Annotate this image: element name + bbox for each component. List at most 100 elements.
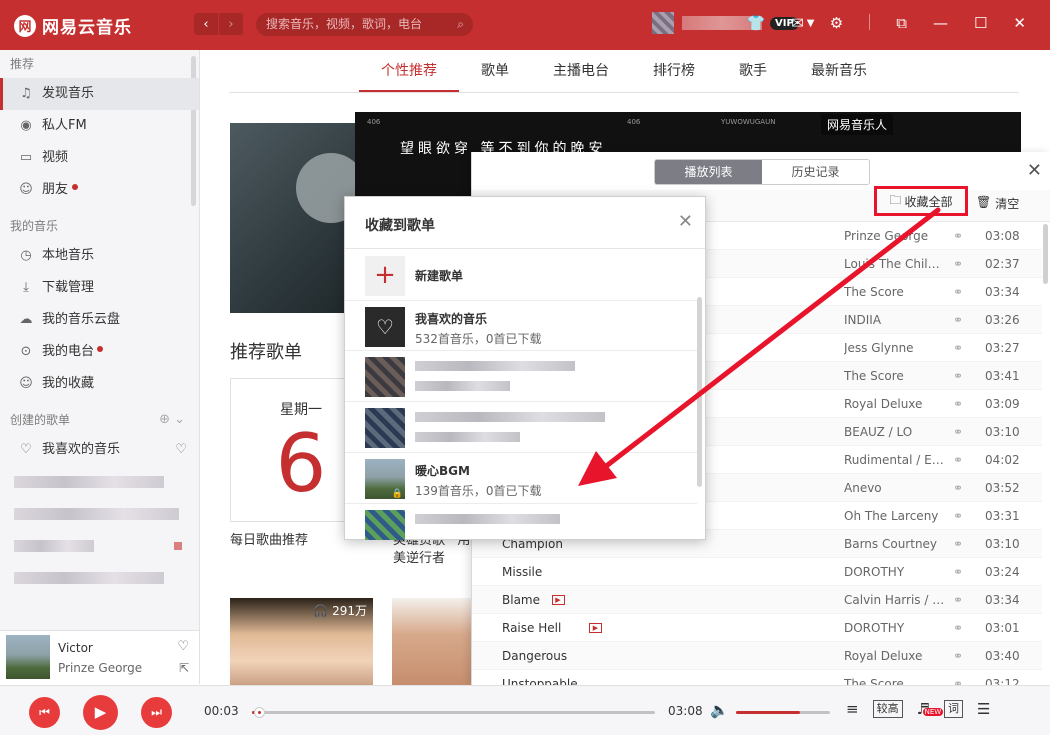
album-cover[interactable] [6, 635, 50, 679]
link-icon[interactable]: ⚭ [953, 250, 963, 278]
list-item[interactable] [0, 498, 199, 530]
dialog-scrollbar[interactable] [697, 297, 702, 487]
progress-bar[interactable] [252, 707, 655, 718]
previous-button[interactable]: ⏮ [29, 697, 60, 728]
song-artist[interactable]: Barns Courtney [844, 530, 946, 558]
song-artist[interactable]: Rudimental / Ed... [844, 446, 946, 474]
song-artist[interactable]: BEAUZ / LO [844, 418, 946, 446]
card-label[interactable]: 每日歌曲推荐 [230, 529, 308, 548]
now-playing-title[interactable]: Victor [58, 641, 93, 655]
quality-button[interactable]: 较高 [872, 700, 903, 718]
mv-icon[interactable]: ▶ [551, 595, 565, 605]
sound-effect-icon[interactable]: ♬NEW [917, 700, 944, 718]
sidebar-item-friends[interactable]: ☺ 朋友 [0, 174, 199, 206]
new-playlist-button[interactable]: + 新建歌单 [345, 250, 697, 302]
back-button[interactable]: ‹ [194, 13, 219, 35]
link-icon[interactable]: ⚭ [953, 614, 963, 642]
song-artist[interactable]: Prinze George [844, 222, 946, 250]
song-artist[interactable]: Royal Deluxe [844, 390, 946, 418]
link-icon[interactable]: ⚭ [953, 502, 963, 530]
link-icon[interactable]: ⚭ [953, 642, 963, 670]
link-icon[interactable]: ⚭ [953, 222, 963, 250]
list-item[interactable] [0, 466, 199, 498]
mini-mode-icon[interactable]: ⧉ [896, 14, 907, 32]
share-icon[interactable]: ⇱ [179, 661, 189, 675]
link-icon[interactable]: ⚭ [953, 278, 963, 306]
table-row[interactable]: Blame ▶ Calvin Harris / J... ⚭ 03:34 [472, 586, 1042, 614]
sidebar-item-fm[interactable]: ◉ 私人FM [0, 110, 199, 142]
heartbeat-mode-icon[interactable]: ♡ [175, 434, 187, 466]
link-icon[interactable]: ⚭ [953, 586, 963, 614]
sidebar-item-discover[interactable]: ♫ 发现音乐 [0, 78, 199, 110]
sidebar-item-local[interactable]: ◷ 本地音乐 [0, 240, 199, 272]
link-icon[interactable]: ⚭ [953, 362, 963, 390]
lyrics-button[interactable]: 词 [944, 700, 964, 718]
close-icon[interactable]: ✕ [678, 211, 693, 232]
table-row[interactable]: Missile DOROTHY ⚭ 03:24 [472, 558, 1042, 586]
play-button[interactable]: ▶ [83, 695, 118, 730]
link-icon[interactable]: ⚭ [953, 446, 963, 474]
playlist-option-bgm[interactable]: 🔒 暖心BGM 139首音乐，0首已下载 [345, 453, 697, 505]
close-icon[interactable]: ✕ [1013, 14, 1026, 32]
song-artist[interactable]: Royal Deluxe [844, 642, 946, 670]
minimize-icon[interactable]: — [933, 14, 948, 32]
volume-icon[interactable]: 🔈 [710, 701, 729, 719]
now-playing-artist[interactable]: Prinze George [58, 661, 142, 675]
song-artist[interactable]: Anevo [844, 474, 946, 502]
song-artist[interactable]: DOROTHY [844, 558, 946, 586]
tab-new-music[interactable]: 最新音乐 [789, 50, 889, 92]
queue-icon[interactable]: ☰ [977, 700, 990, 718]
volume-slider[interactable] [736, 711, 830, 714]
list-item[interactable] [0, 530, 199, 562]
sidebar-item-my-radio[interactable]: ⊙ 我的电台 [0, 336, 199, 368]
song-artist[interactable]: INDIIA [844, 306, 946, 334]
song-artist[interactable]: The Score [844, 362, 946, 390]
tab-playlists[interactable]: 歌单 [459, 50, 531, 92]
sidebar-item-favorites[interactable]: ☺ 我的收藏 [0, 368, 199, 400]
search-input[interactable]: 搜索音乐，视频，歌词，电台 ⌕ [256, 13, 473, 36]
close-icon[interactable]: ✕ [1027, 160, 1042, 181]
tab-history[interactable]: 历史记录 [762, 160, 869, 184]
playlist-cover[interactable]: 🎧 291万 [230, 598, 373, 685]
like-icon[interactable]: ♡ [177, 639, 189, 654]
link-icon[interactable]: ⚭ [953, 306, 963, 334]
progress-handle[interactable] [254, 707, 266, 718]
tab-artists[interactable]: 歌手 [717, 50, 789, 92]
app-logo[interactable]: 网 网易云音乐 [14, 13, 132, 38]
playlist-scrollbar[interactable] [1043, 224, 1048, 284]
now-playing[interactable]: Victor Prinze George ♡ ⇱ [0, 630, 200, 684]
link-icon[interactable]: ⚭ [953, 530, 963, 558]
avatar[interactable] [652, 12, 674, 34]
forward-button[interactable]: › [219, 13, 244, 35]
skin-icon[interactable]: 👕 [747, 14, 766, 32]
song-artist[interactable]: Oh The Larceny [844, 502, 946, 530]
tab-personal[interactable]: 个性推荐 [359, 50, 459, 92]
tab-charts[interactable]: 排行榜 [631, 50, 717, 92]
song-artist[interactable]: Jess Glynne [844, 334, 946, 362]
banner-side-image[interactable] [230, 123, 366, 313]
link-icon[interactable]: ⚭ [953, 390, 963, 418]
link-icon[interactable]: ⚭ [953, 474, 963, 502]
tab-playlist[interactable]: 播放列表 [655, 160, 762, 184]
mv-icon[interactable]: ▶ [589, 623, 602, 633]
playlist-option-redacted[interactable] [345, 504, 697, 540]
search-icon[interactable]: ⌕ [457, 13, 464, 36]
song-artist[interactable]: Louis The Child ... [844, 250, 946, 278]
song-artist[interactable]: Calvin Harris / J... [844, 586, 946, 614]
clear-button[interactable]: 🗑 清空 [976, 195, 1019, 212]
playlist-option-liked[interactable]: ♡ 我喜欢的音乐 532首音乐，0首已下载 [345, 301, 697, 353]
card-label[interactable]: 美逆行者 [393, 547, 445, 566]
link-icon[interactable]: ⚭ [953, 418, 963, 446]
table-row[interactable]: Raise Hell ▶ DOROTHY ⚭ 03:01 [472, 614, 1042, 642]
list-item[interactable] [0, 562, 199, 594]
section-title[interactable]: 推荐歌单 [230, 338, 302, 364]
song-artist[interactable]: DOROTHY [844, 614, 946, 642]
sidebar-item-cloud[interactable]: ☁ 我的音乐云盘 [0, 304, 199, 336]
sidebar-item-liked[interactable]: ♡ 我喜欢的音乐 ♡ [0, 434, 199, 466]
table-row[interactable]: Dangerous Royal Deluxe ⚭ 03:40 [472, 642, 1042, 670]
link-icon[interactable]: ⚭ [953, 334, 963, 362]
sidebar-item-video[interactable]: ▭ 视频 [0, 142, 199, 174]
playlist-icon[interactable]: ≡ [846, 700, 859, 718]
sidebar-item-downloads[interactable]: ⤓ 下载管理 [0, 272, 199, 304]
link-icon[interactable]: ⚭ [953, 558, 963, 586]
